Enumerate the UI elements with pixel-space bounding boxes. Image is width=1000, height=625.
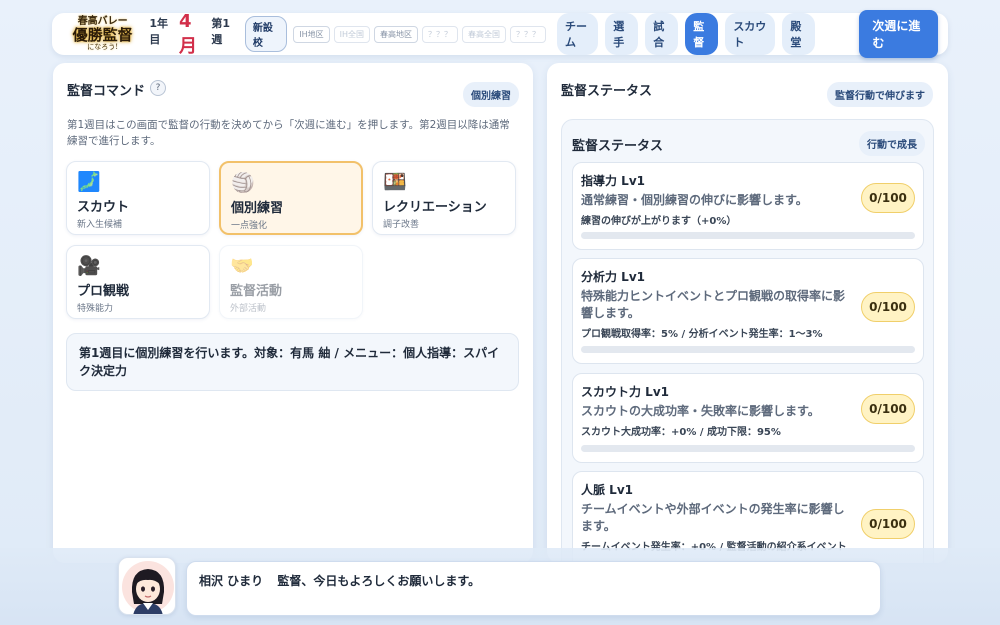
stat-description: 通常練習・個別練習の伸びに影響します。 [581,193,808,207]
command-card[interactable]: 🗾 スカウト新入生候補 [66,161,210,235]
command-name: プロ観戦 [77,284,130,299]
instruction-text: 第1週目はこの画面で監督の行動を決めてから「次週に進む」を押します。第2週目以降… [67,119,510,147]
tab-3[interactable]: 監督 [685,13,719,55]
volleyball-icon: 🏐 [231,172,255,194]
stat-name: 人脈 Lv1 [581,483,633,497]
command-card[interactable]: 🍱 レクリエーション調子改善 [372,161,516,235]
stat-effect: プロ観戦取得率：5% / 分析イベント発生率：1〜3% [581,329,823,340]
stat-card: 分析力 Lv1 特殊能力ヒントイベントとプロ観戦の取得率に影響します。プロ観戦取得… [572,258,924,364]
bento-icon: 🍱 [383,171,407,193]
command-card[interactable]: 🎥 プロ観戦特殊能力 [66,245,210,319]
game-logo: 春高バレー 優勝監督 になろう! [72,16,133,52]
tab-0[interactable]: チーム [556,13,599,55]
command-name: レクリエーション [383,200,487,215]
tournament-slot: 春高地区 [373,25,418,43]
stat-progress-bar [581,346,915,353]
girl-avatar-icon [122,561,174,614]
panel-title: 監督コマンド [67,84,146,99]
tournament-slot: IH全国 [333,25,370,43]
tournament-slot: IH地区 [293,25,330,43]
stat-score: 0/100 [861,394,915,424]
stat-effect: スカウト大成功率：+0% / 成功下限：95% [581,427,781,438]
command-subtitle: 外部活動 [230,304,267,314]
month-label: 4月 [178,10,197,57]
stat-score: 0/100 [861,292,915,322]
command-card: 🤝 監督活動外部活動 [219,245,363,319]
grow-by-action-button[interactable]: 監督行動で伸びます [827,82,933,107]
handshake-icon: 🤝 [230,255,254,277]
status-list: 監督ステータス 行動で成長 指導力 Lv1 通常練習・個別練習の伸びに影響します。… [561,119,934,563]
next-week-button[interactable]: 次週に進む [859,10,938,58]
command-name: 個別練習 [231,201,284,216]
status-list-title: 監督ステータス [572,139,664,154]
stat-description: チームイベントや外部イベントの発生率に影響します。 [581,502,845,533]
tab-4[interactable]: スカウト [725,13,776,55]
stat-progress-bar [581,445,915,452]
main-tabs: チーム 選手 試合 監督 スカウト 殿堂 [550,13,816,55]
tab-5[interactable]: 殿堂 [782,13,816,55]
top-bar: 春高バレー 優勝監督 になろう! 1年目 4月 第1週 新設校 IH地区 IH全国… [52,10,948,58]
school-type-badge: 新設校 [244,16,288,52]
command-name: スカウト [77,200,130,215]
command-name: 監督活動 [230,284,283,299]
tournament-slot: 春高全国 [461,25,506,43]
plan-summary: 第1週目に個別練習を行います。対象：有馬 紬 / メニュー：個人指導：スパイク決… [66,333,519,391]
command-subtitle: 一点強化 [231,221,268,231]
tab-2[interactable]: 試合 [645,13,679,55]
tournament-slot: ？？？ [509,25,546,43]
map-icon: 🗾 [77,171,101,193]
command-card[interactable]: 🏐 個別練習一点強化 [219,161,363,235]
command-subtitle: 調子改善 [383,220,420,230]
coach-command-panel: 監督コマンド ? 個別練習 第1週目はこの画面で監督の行動を決めてから「次週に進… [53,63,533,563]
stat-name: 分析力 Lv1 [581,270,645,284]
dialogue-line: 監督、今日もよろしくお願いします。 [277,574,481,588]
stat-effect: 練習の伸びが上がります（+0%） [581,216,737,227]
tournament-slot: ？？？ [421,25,458,43]
stat-description: スカウトの大成功率・失敗率に影響します。 [581,404,820,418]
stat-description: 特殊能力ヒントイベントとプロ観戦の取得率に影響します。 [581,289,846,320]
year-label: 1年目 [149,16,169,46]
help-icon[interactable]: ? [150,80,166,96]
character-portrait [118,557,176,615]
grow-button[interactable]: 行動で成長 [859,131,925,156]
command-subtitle: 特殊能力 [77,304,114,314]
coach-status-panel: 監督ステータス 監督行動で伸びます 監督ステータス 行動で成長 指導力 Lv1 通… [547,63,948,563]
stat-card: 指導力 Lv1 通常練習・個別練習の伸びに影響します。 練習の伸びが上がります（+0… [572,162,924,250]
stat-card: スカウト力 Lv1 スカウトの大成功率・失敗率に影響します。 スカウト大成功率：+0… [572,373,924,463]
week-label: 第1週 [211,16,230,46]
calendar: 1年目 4月 第1週 [149,11,237,58]
stat-progress-bar [581,232,915,239]
stat-score: 0/100 [861,183,915,213]
dialogue-box[interactable]: 相沢 ひまり 監督、今日もよろしくお願いします。 [186,561,881,616]
stat-score: 0/100 [861,509,915,539]
tab-1[interactable]: 選手 [605,13,639,55]
command-subtitle: 新入生候補 [77,220,123,230]
individual-practice-button[interactable]: 個別練習 [463,82,519,107]
speaker-name: 相沢 ひまり [199,574,264,588]
tournament-progress: IH地区 IH全国 春高地区？？？ 春高全国？？？ [293,25,550,43]
video-camera-icon: 🎥 [77,255,101,277]
panel-title: 監督ステータス [561,84,653,99]
